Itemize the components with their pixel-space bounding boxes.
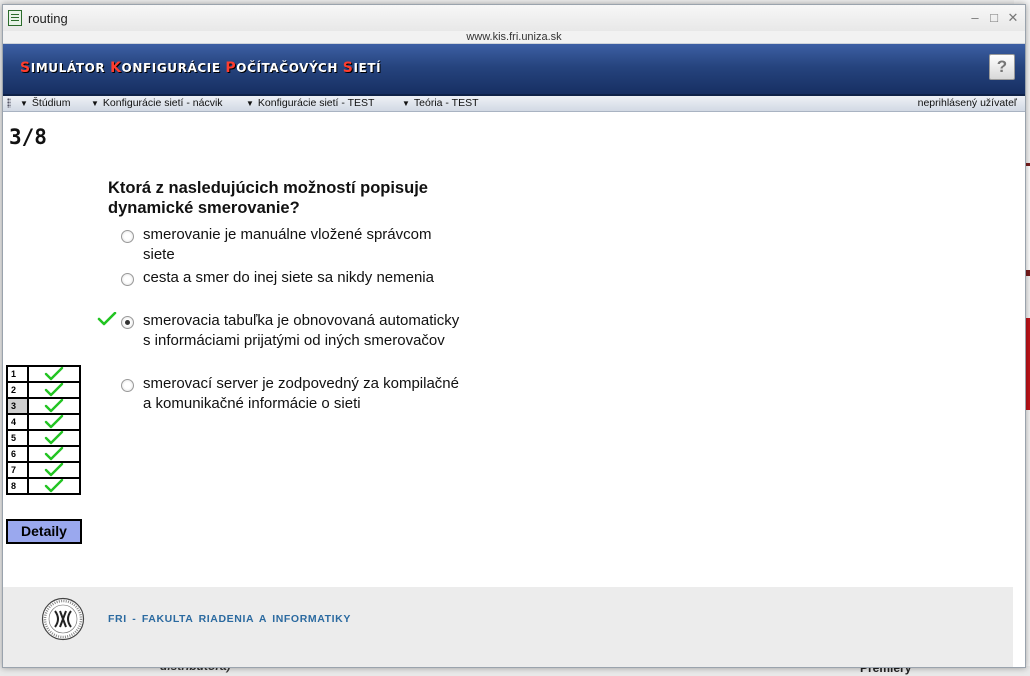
triangle-down-icon: ▼	[402, 99, 410, 108]
option-text-1[interactable]: smerovanie je manuálne vložené správcom …	[143, 225, 463, 265]
fri-seal-icon	[41, 597, 85, 641]
triangle-down-icon: ▼	[246, 99, 254, 108]
triangle-down-icon: ▼	[20, 99, 28, 108]
nav-number: 5	[6, 429, 29, 447]
triangle-down-icon: ▼	[91, 99, 99, 108]
nav-number: 4	[6, 413, 29, 431]
document-icon	[8, 10, 22, 26]
app-title-word: Sietí	[342, 60, 382, 76]
page-footer: FRI - FAKULTA RIADENIA A INFORMATIKY	[3, 587, 1013, 667]
check-icon	[44, 463, 64, 477]
option-radio-2[interactable]	[121, 273, 134, 286]
window-titlebar[interactable]: routing – □ ✕	[3, 5, 1025, 31]
nav-row[interactable]: 8	[6, 477, 81, 495]
check-icon	[44, 383, 64, 397]
menu-item-teoria-test[interactable]: ▼ Teória - TEST	[402, 97, 479, 109]
window-title: routing	[28, 10, 68, 26]
option-text-2[interactable]: cesta a smer do inej siete sa nikdy neme…	[143, 268, 463, 288]
check-icon	[44, 479, 64, 493]
menu-bar: ▼ Štúdium ▼ Konfigurácie sietí - nácvik ▼ K…	[3, 96, 1025, 112]
option-text-3[interactable]: smerovacia tabuľka je obnovovaná automat…	[143, 311, 463, 351]
option-radio-1[interactable]	[121, 230, 134, 243]
app-title-word: Konfigurácie	[110, 60, 221, 76]
footer-faculty-text: FRI - FAKULTA RIADENIA A INFORMATIKY	[108, 613, 351, 625]
nav-number: 7	[6, 461, 29, 479]
question-nav-table: 1 2 3 4 5 6 7 8	[6, 365, 81, 495]
app-title-word: Počítačových	[225, 60, 338, 76]
maximize-button[interactable]: □	[988, 10, 1000, 26]
help-button[interactable]: ?	[989, 54, 1015, 80]
check-icon	[44, 399, 64, 413]
correct-check-icon	[97, 312, 117, 326]
option-text-4[interactable]: smerovací server je zodpovedný za kompil…	[143, 374, 463, 414]
app-title-word: Simulátor	[20, 60, 106, 76]
nav-row[interactable]: 5	[6, 429, 81, 447]
menu-item-konfig-test[interactable]: ▼ Konfigurácie sietí - TEST	[246, 97, 374, 109]
nav-number: 2	[6, 381, 29, 399]
nav-row[interactable]: 3	[6, 397, 81, 415]
nav-row[interactable]: 6	[6, 445, 81, 463]
app-banner: Simulátor Konfigurácie Počítačových Siet…	[3, 44, 1025, 96]
url-bar: www.kis.fri.uniza.sk	[3, 31, 1025, 44]
option-radio-4[interactable]	[121, 379, 134, 392]
nav-row[interactable]: 4	[6, 413, 81, 431]
nav-number: 8	[6, 477, 29, 495]
check-icon	[44, 447, 64, 461]
window-controls: – □ ✕	[969, 10, 1019, 26]
details-button[interactable]: Detaily	[6, 519, 82, 544]
check-icon	[44, 367, 64, 381]
close-button[interactable]: ✕	[1007, 10, 1019, 26]
menu-item-studium[interactable]: ▼ Štúdium	[20, 97, 70, 109]
app-title: Simulátor Konfigurácie Počítačových Siet…	[20, 60, 381, 76]
grip-icon	[7, 98, 11, 108]
nav-row[interactable]: 2	[6, 381, 81, 399]
popup-window: routing – □ ✕ www.kis.fri.uniza.sk Simul…	[2, 4, 1026, 668]
nav-number: 6	[6, 445, 29, 463]
minimize-button[interactable]: –	[969, 10, 981, 26]
check-icon	[44, 431, 64, 445]
menu-item-nacvik[interactable]: ▼ Konfigurácie sietí - nácvik	[91, 97, 223, 109]
nav-number-current: 3	[6, 397, 29, 415]
question-text: Ktorá z nasledujúcich možností popisuje …	[108, 179, 428, 217]
nav-number: 1	[6, 365, 29, 383]
nav-row[interactable]: 7	[6, 461, 81, 479]
user-status[interactable]: neprihlásený užívateľ	[918, 97, 1017, 109]
option-radio-3[interactable]	[121, 316, 134, 329]
question-counter: 3/8	[9, 125, 47, 149]
nav-row[interactable]: 1	[6, 365, 81, 383]
check-icon	[44, 415, 64, 429]
